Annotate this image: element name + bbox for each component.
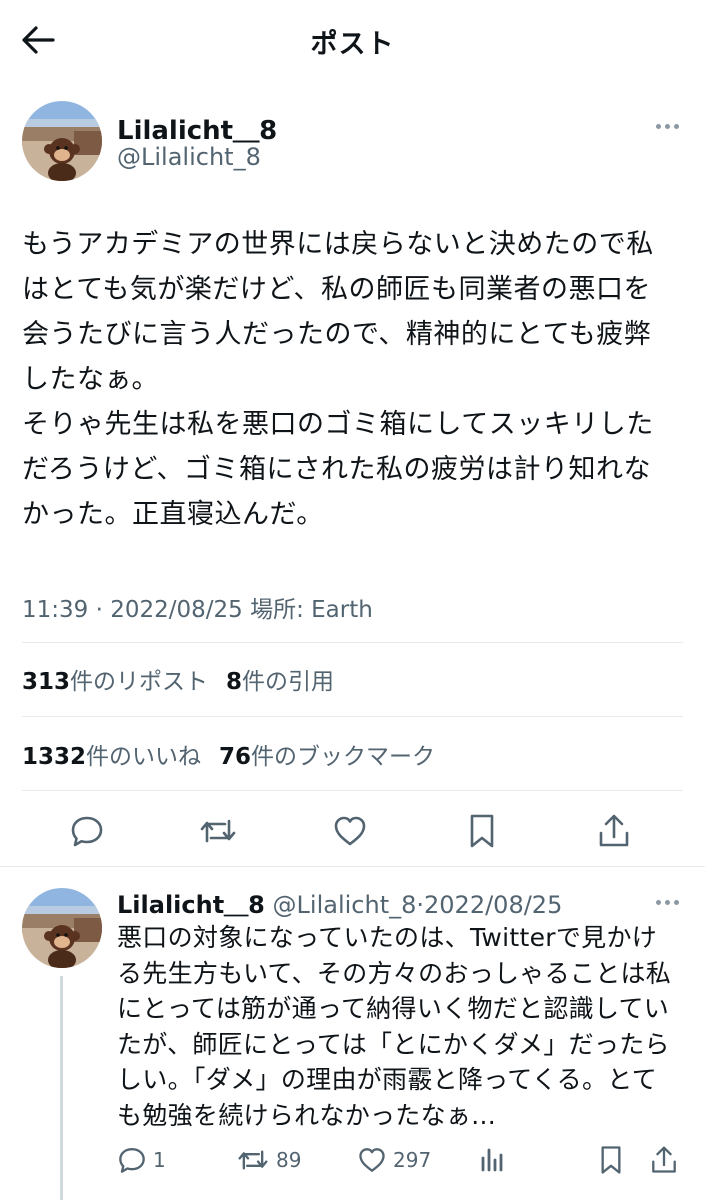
reply-separator: · — [416, 891, 425, 919]
reply-header: Lilalicht＿8 @Lilalicht_8·2022/08/25 — [117, 885, 562, 920]
quote-count[interactable]: 8 — [226, 669, 242, 695]
more-icon-dot — [664, 899, 670, 905]
reply-text-line: る先生方もいて、その方々のおっしゃることは私 — [117, 958, 672, 988]
heart-icon — [359, 1148, 385, 1172]
reply-text-line: しい。「ダメ」の理由が雨霰と降ってくる。とて — [117, 1065, 658, 1094]
reply-author-handle[interactable]: @Lilalicht_8 — [273, 891, 417, 919]
reply-like-count: 297 — [393, 1148, 432, 1172]
reply-date[interactable]: 2022/08/25 — [424, 891, 562, 919]
tweet-text-line: 会うたびに言う人だったので、精神的にとても疲弊 — [22, 319, 652, 350]
like-count[interactable]: 1332 — [22, 744, 86, 770]
top-bar: ポスト — [0, 0, 705, 82]
reply-avatar[interactable] — [22, 888, 102, 968]
share-button[interactable] — [594, 811, 634, 851]
reply-action-bar: 1 89 297 — [0, 1140, 705, 1180]
more-icon-dot — [673, 899, 679, 905]
bookmark-icon — [601, 1146, 621, 1174]
reply-reply-button[interactable]: 1 — [117, 1140, 166, 1180]
more-icon-dot — [673, 123, 679, 129]
like-stats: 1332件のいいね 76件のブックマーク — [22, 737, 435, 771]
tweet-text-line: だろうけど、ゴミ箱にされた私の疲労は計り知れな — [22, 454, 651, 485]
bookmark-count[interactable]: 76 — [219, 744, 251, 770]
bookmark-label[interactable]: 件のブックマーク — [251, 744, 435, 770]
reply-button[interactable] — [67, 811, 107, 851]
tweet-text-line: したなぁ。 — [22, 364, 159, 395]
reply-text-line: も勉強を続けられなかったなぁ... — [117, 1100, 496, 1130]
reply-icon — [71, 816, 103, 847]
repost-icon — [238, 1150, 268, 1170]
heart-icon — [334, 816, 366, 846]
action-bar — [0, 805, 705, 855]
reply-like-button[interactable]: 297 — [357, 1140, 431, 1180]
more-icon — [655, 899, 661, 905]
divider — [22, 716, 683, 717]
reply-author-name[interactable]: Lilalicht＿8 — [117, 891, 265, 919]
tweet-text-line: はとても気が楽だけど、私の師匠も同業者の悪口を — [22, 274, 651, 305]
share-icon — [652, 1146, 676, 1173]
tweet-text: もうアカデミアの世界には戻らないと決めたので私 はとても気が楽だけど、私の師匠も… — [22, 222, 686, 537]
reply-more-options-button[interactable] — [650, 892, 684, 912]
reply-text-line: にとっては筋が通って納得いく物だと認識してい — [117, 994, 670, 1023]
reply-text-line: たが、師匠にとっては「とにかくダメ」だったら — [117, 1029, 670, 1059]
divider — [22, 642, 683, 643]
reply-views-button[interactable] — [478, 1140, 506, 1180]
avatar[interactable] — [22, 101, 102, 181]
reply-icon — [119, 1148, 145, 1173]
reply-repost-button[interactable]: 89 — [236, 1140, 301, 1180]
reply-share-button[interactable] — [650, 1140, 678, 1180]
tweet-timestamp[interactable]: 11:39 · 2022/08/25 場所: Earth — [22, 590, 373, 624]
divider — [22, 790, 683, 791]
tweet-text-line: かった。正直寝込んだ。 — [22, 499, 324, 530]
like-label[interactable]: 件のいいね — [86, 744, 201, 770]
bookmark-icon — [470, 814, 494, 848]
tweet-text-line: もうアカデミアの世界には戻らないと決めたので私 — [22, 229, 654, 260]
author-handle[interactable]: @Lilalicht_8 — [117, 143, 261, 171]
more-options-button[interactable] — [650, 116, 684, 136]
section-divider — [0, 866, 705, 867]
avatar-image — [22, 888, 102, 968]
reply-text-line: 悪口の対象になっていたのは、Twitterで見かけ — [117, 923, 658, 952]
bar-chart-icon — [481, 1148, 503, 1172]
reply-text: 悪口の対象になっていたのは、Twitterで見かけ る先生方もいて、その方々のお… — [117, 920, 692, 1133]
repost-stats: 313件のリポスト 8件の引用 — [22, 662, 334, 696]
post-detail-page: ポスト Lilalicht＿8 @Lilalicht_8 もうアカデミアの世界に… — [0, 0, 705, 1200]
bookmark-button[interactable] — [462, 811, 502, 851]
reply-bookmark-button[interactable] — [598, 1140, 624, 1180]
reply-reply-count: 1 — [153, 1148, 166, 1172]
quote-label[interactable]: 件の引用 — [242, 669, 334, 695]
more-icon-dot — [664, 123, 670, 129]
like-button[interactable] — [330, 811, 370, 851]
repost-icon — [200, 819, 236, 843]
page-title: ポスト — [310, 29, 395, 60]
repost-button[interactable] — [198, 811, 238, 851]
more-icon — [655, 123, 661, 129]
repost-label[interactable]: 件のリポスト — [70, 669, 208, 695]
tweet-text-line: そりゃ先生は私を悪口のゴミ箱にしてスッキリした — [22, 409, 654, 440]
author-name[interactable]: Lilalicht＿8 — [117, 110, 277, 147]
repost-count[interactable]: 313 — [22, 669, 70, 695]
avatar-image — [22, 101, 102, 181]
reply-repost-count: 89 — [276, 1148, 302, 1172]
share-icon — [599, 814, 629, 847]
